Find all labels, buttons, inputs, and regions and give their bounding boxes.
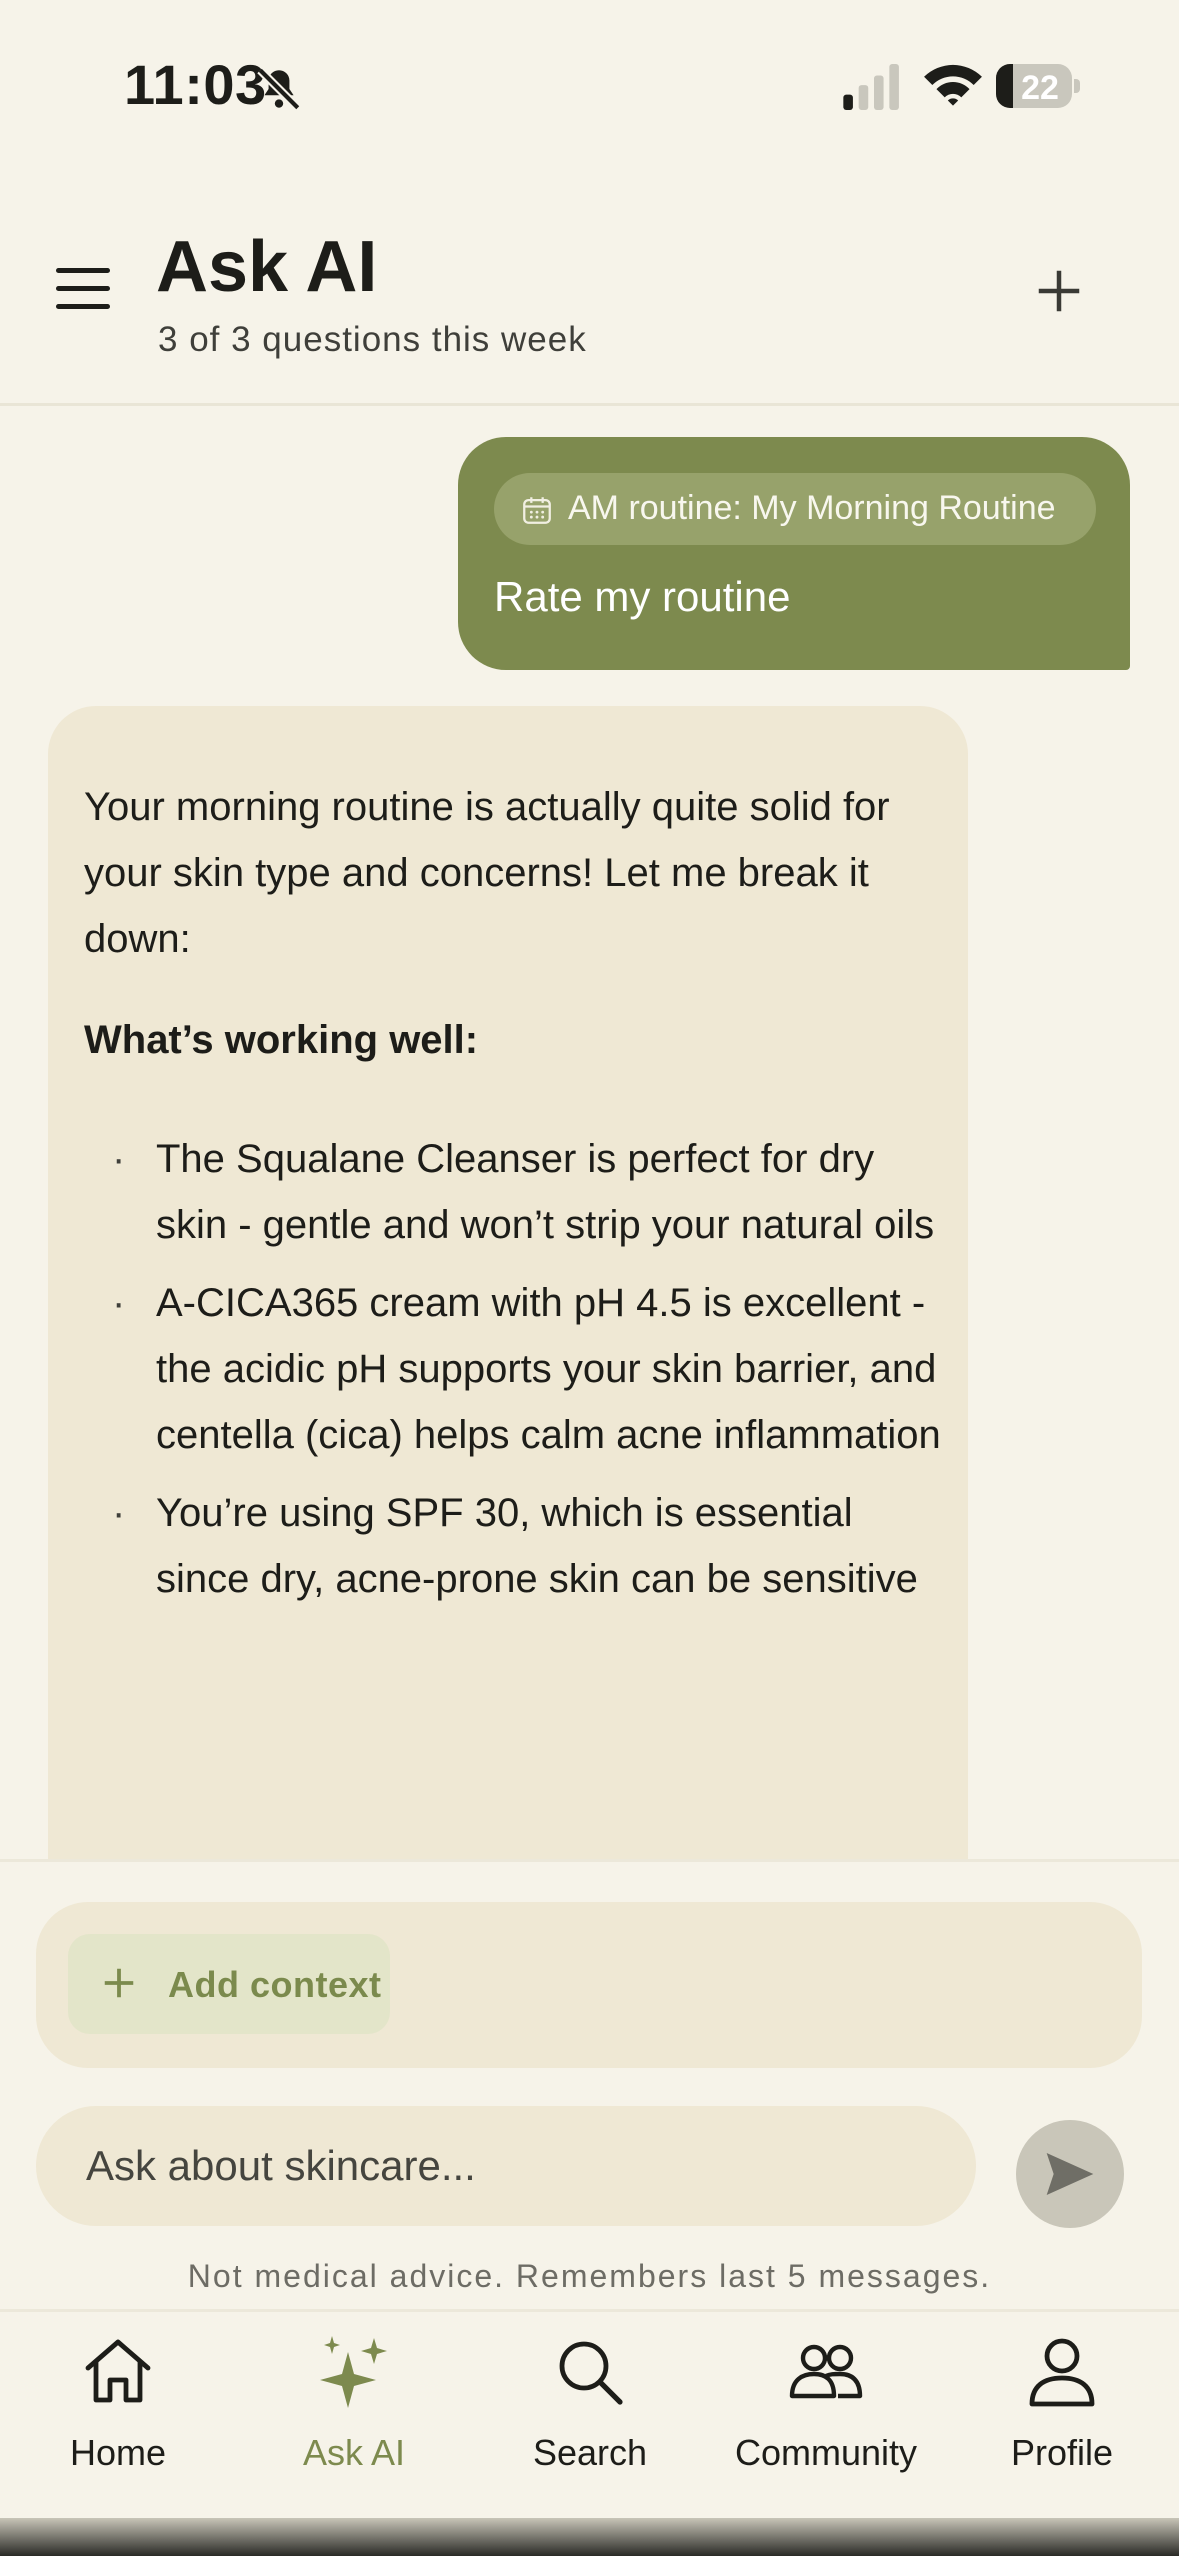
page-title: Ask AI bbox=[156, 227, 378, 307]
chat-thread[interactable]: AM routine: My Morning Routine Rate my r… bbox=[0, 409, 1179, 1859]
status-bar: 11:03 22 bbox=[0, 0, 1179, 170]
bullet-dot: · bbox=[112, 1491, 126, 1535]
bullet-dot: · bbox=[112, 1137, 126, 1181]
sparkle-icon bbox=[320, 2336, 387, 2408]
header: Ask AI 3 of 3 questions this week bbox=[0, 170, 1179, 406]
user-message-bubble: AM routine: My Morning Routine Rate my r… bbox=[458, 437, 1130, 670]
tab-label: Community bbox=[734, 2432, 918, 2473]
list-item-text: You’re using SPF 30, which is essential … bbox=[156, 1491, 918, 1601]
menu-button[interactable] bbox=[52, 260, 116, 316]
calendar-icon bbox=[523, 497, 551, 524]
battery-tip bbox=[1074, 79, 1080, 93]
tab-search[interactable]: Search bbox=[472, 2312, 708, 2512]
ai-message-intro: Your morning routine is actually quite s… bbox=[84, 785, 890, 961]
tab-home[interactable]: Home bbox=[0, 2312, 236, 2512]
ask-input[interactable] bbox=[36, 2106, 976, 2226]
tab-label: Ask AI bbox=[302, 2432, 406, 2473]
tab-label: Home bbox=[69, 2432, 167, 2473]
user-message-text: Rate my routine bbox=[494, 573, 791, 620]
context-panel: Add context bbox=[36, 1902, 1142, 2068]
plus-icon bbox=[104, 1968, 134, 1998]
disclaimer: Not medical advice. Remembers last 5 mes… bbox=[187, 2258, 992, 2294]
list-item: · A-CICA365 cream with pH 4.5 is excellen… bbox=[84, 1270, 944, 1468]
bullet-dot: · bbox=[112, 1281, 126, 1325]
tab-ask-ai[interactable]: Ask AI bbox=[236, 2312, 472, 2512]
home-icon bbox=[85, 2339, 151, 2403]
list-item: · You’re using SPF 30, which is essential… bbox=[84, 1480, 944, 1612]
menu-icon-line bbox=[56, 286, 110, 291]
status-time: 11:03 bbox=[124, 53, 267, 116]
list-item-text: A-CICA365 cream with pH 4.5 is excellent… bbox=[156, 1281, 941, 1457]
send-icon bbox=[1046, 2153, 1094, 2195]
ai-message-heading: What’s working well: bbox=[84, 1018, 479, 1062]
tab-label: Profile bbox=[1010, 2432, 1114, 2473]
profile-icon bbox=[1029, 2338, 1095, 2407]
battery-indicator: 22 bbox=[996, 64, 1080, 108]
list-item: · The Squalane Cleanser is perfect for dr… bbox=[84, 1126, 944, 1258]
search-icon bbox=[559, 2341, 623, 2405]
community-icon bbox=[789, 2344, 863, 2399]
plus-icon[interactable] bbox=[1032, 264, 1086, 318]
composer: Add context Not medical advice. Remember… bbox=[0, 1859, 1179, 2309]
bell-muted-icon bbox=[257, 67, 301, 111]
list-item-text: The Squalane Cleanser is perfect for dry… bbox=[156, 1137, 935, 1247]
tab-profile[interactable]: Profile bbox=[944, 2312, 1179, 2512]
home-indicator bbox=[0, 2518, 1179, 2556]
tab-community[interactable]: Community bbox=[708, 2312, 944, 2512]
routine-context-chip[interactable]: AM routine: My Morning Routine bbox=[494, 473, 1096, 545]
menu-icon-line bbox=[56, 304, 110, 309]
ai-message-bubble: Your morning routine is actually quite s… bbox=[48, 706, 968, 1859]
tab-label: Search bbox=[532, 2432, 648, 2473]
question-quota: 3 of 3 questions this week bbox=[158, 320, 587, 359]
send-button[interactable] bbox=[1016, 2120, 1124, 2228]
menu-icon-line bbox=[56, 268, 110, 273]
cellular-signal-icon bbox=[843, 64, 899, 110]
ai-message-list: · The Squalane Cleanser is perfect for dr… bbox=[84, 1126, 944, 1624]
ask-ai-screen: 11:03 22 Ask AI 3 of 3 questions this we… bbox=[0, 0, 1179, 2556]
battery-level: 22 bbox=[1021, 69, 1059, 107]
add-context-button[interactable]: Add context bbox=[68, 1934, 390, 2034]
add-context-label: Add context bbox=[168, 1964, 382, 2005]
wifi-icon bbox=[924, 64, 982, 106]
context-chip-label: AM routine: My Morning Routine bbox=[568, 489, 1056, 527]
